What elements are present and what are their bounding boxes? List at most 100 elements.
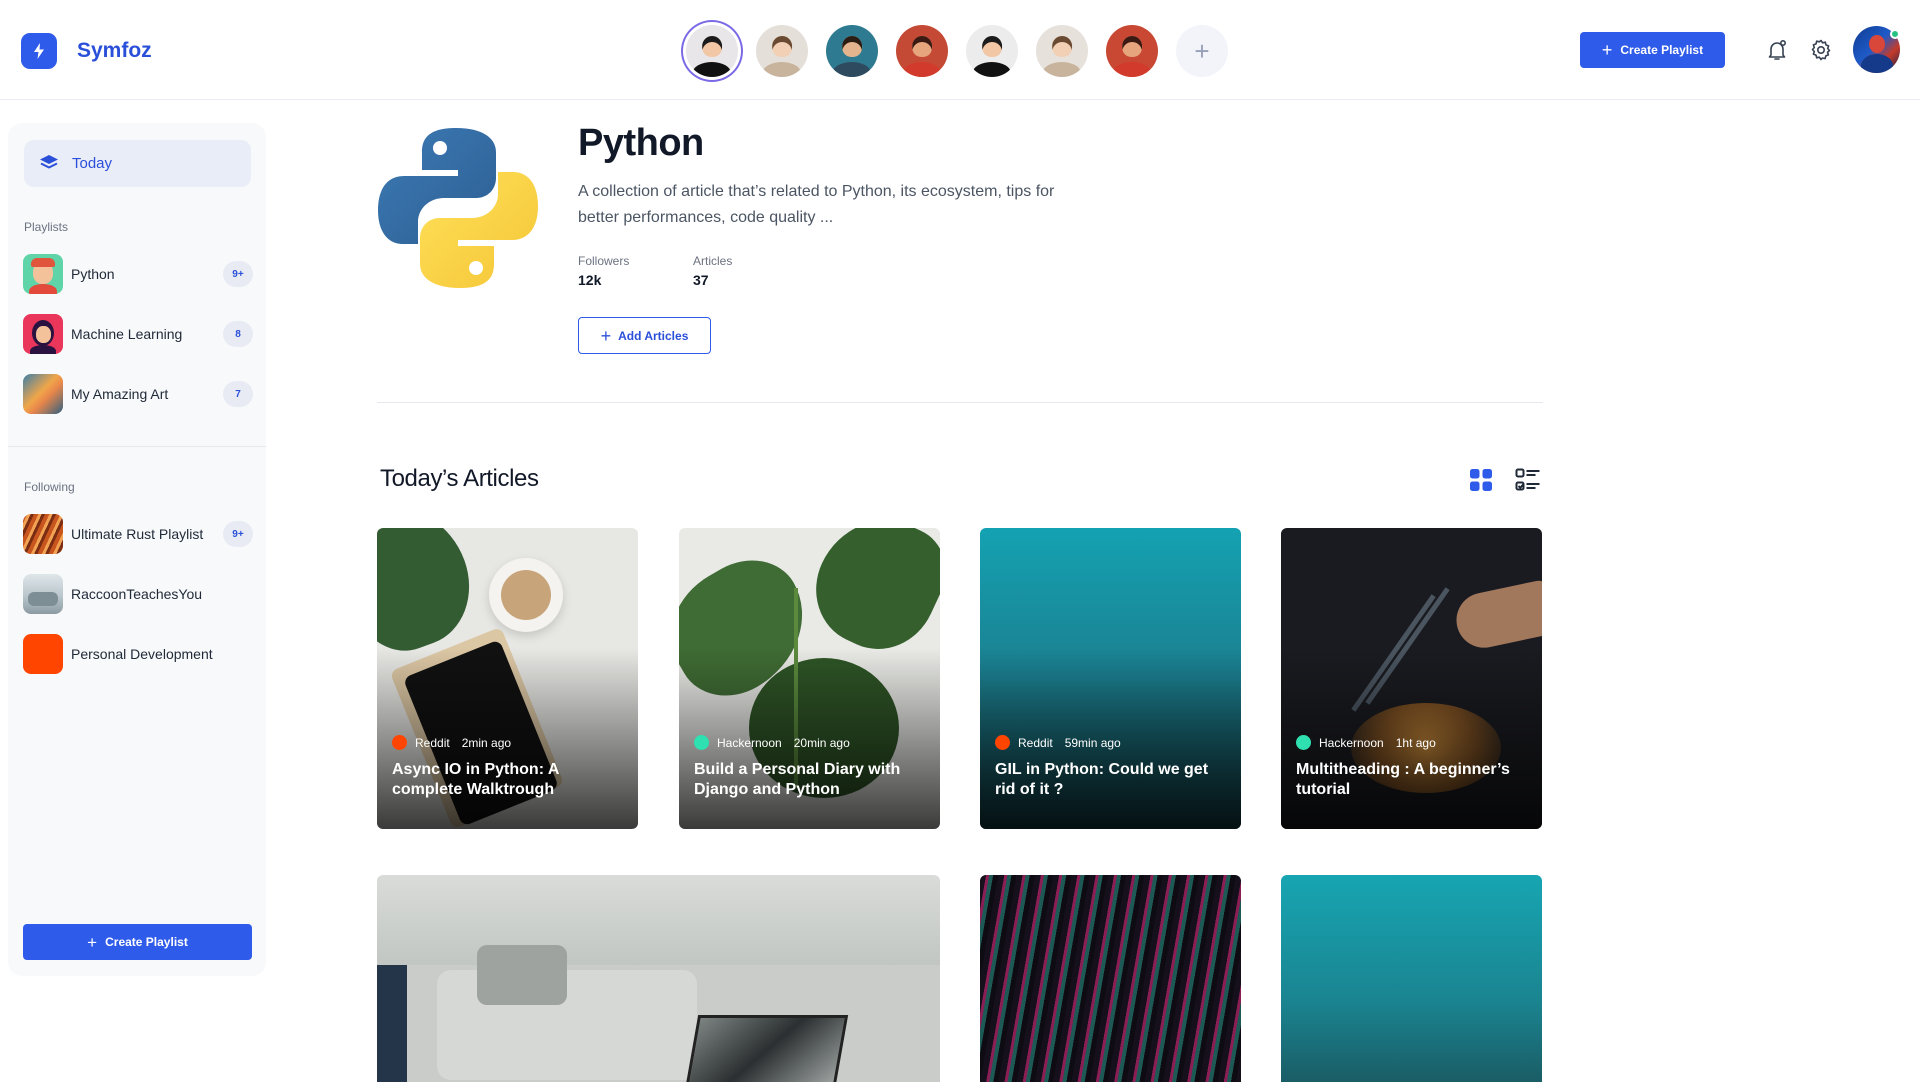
avatar-body: [832, 62, 872, 77]
sidebar-item-label: RaccoonTeachesYou: [71, 586, 203, 602]
avatar-head: [982, 36, 1002, 58]
card-meta: Reddit 59min ago: [995, 735, 1121, 750]
add-articles-button[interactable]: + Add Articles: [578, 317, 711, 354]
app-name: Symfoz: [77, 39, 152, 62]
create-playlist-label: Create Playlist: [1620, 43, 1704, 57]
sidebar-item-label: My Amazing Art: [71, 386, 169, 402]
articles-label: Articles: [693, 254, 733, 268]
plus-icon: +: [600, 325, 612, 346]
article-card[interactable]: [377, 875, 940, 1082]
article-title: Multitheading : A beginner’s tutorial: [1296, 761, 1510, 798]
page-title: Python: [578, 122, 704, 164]
avatar-body: [692, 62, 732, 77]
python-logo-icon: [376, 126, 540, 290]
articles-count: 37: [693, 272, 709, 288]
personal-development-thumbnail: [23, 634, 63, 674]
article-time: 20min ago: [793, 735, 850, 750]
friend-avatar[interactable]: [826, 25, 878, 77]
playlists-heading: Playlists: [24, 220, 69, 234]
article-time: 1ht ago: [1395, 735, 1436, 750]
friend-avatar[interactable]: [1036, 25, 1088, 77]
sidebar-item-python[interactable]: Python 9+: [23, 254, 253, 294]
article-source: Hackernoon: [1319, 735, 1384, 750]
article-time: 2min ago: [461, 735, 512, 750]
online-status-dot: [1890, 29, 1900, 39]
reddit-icon: [995, 735, 1010, 750]
gear-icon[interactable]: [1807, 36, 1835, 64]
header-divider: [377, 402, 1543, 403]
sidebar-item-ultimate-rust-playlist[interactable]: Ultimate Rust Playlist 9+: [23, 514, 253, 554]
layers-icon: [39, 154, 59, 176]
avatar-head: [702, 36, 722, 58]
friend-avatar[interactable]: [756, 25, 808, 77]
sidebar-item-my-amazing-art[interactable]: My Amazing Art 7: [23, 374, 253, 414]
top-bar: Symfoz + + Create Playlist: [0, 0, 1920, 100]
sidebar-item-raccoonteachesyou[interactable]: RaccoonTeachesYou: [23, 574, 253, 614]
article-card[interactable]: [980, 875, 1241, 1082]
card-meta: Reddit 2min ago: [392, 735, 511, 750]
avatar-head: [1052, 36, 1072, 58]
article-card[interactable]: [1281, 875, 1542, 1082]
followers-label: Followers: [578, 254, 630, 268]
sidebar-item-label: Machine Learning: [71, 326, 183, 342]
avatar-body: [1112, 62, 1152, 77]
hackernoon-icon: [1296, 735, 1311, 750]
avatar-body: [1042, 62, 1082, 77]
article-card[interactable]: Hackernoon 20min ago Build a Personal Di…: [679, 528, 940, 829]
sidebar-item-machine-learning[interactable]: Machine Learning 8: [23, 314, 253, 354]
python-avatar: [23, 254, 63, 294]
article-time: 59min ago: [1064, 735, 1121, 750]
following-heading: Following: [24, 480, 75, 494]
friend-avatar[interactable]: [966, 25, 1018, 77]
rust-thumbnail: [23, 514, 63, 554]
lightning-icon: [21, 33, 57, 69]
article-card[interactable]: Hackernoon 1ht ago Multitheading : A beg…: [1281, 528, 1542, 829]
followers-count: 12k: [578, 272, 602, 288]
count-badge: 9+: [223, 521, 253, 547]
article-card[interactable]: Reddit 59min ago GIL in Python: Could we…: [980, 528, 1241, 829]
grid-view-icon[interactable]: [1469, 468, 1493, 492]
playlist-description: A collection of article that’s related t…: [578, 183, 1055, 226]
sidebar-item-label: Personal Development: [71, 646, 213, 662]
sidebar-item-personal-development[interactable]: Personal Development: [23, 634, 253, 674]
avatar-body: [972, 62, 1012, 77]
friend-avatar[interactable]: [896, 25, 948, 77]
avatar-head: [842, 36, 862, 58]
bell-icon[interactable]: [1763, 36, 1791, 64]
sidebar: Today Playlists Python 9+ Machine Learni…: [8, 123, 266, 976]
avatar-head: [1122, 36, 1142, 58]
avatar-body: [762, 62, 802, 77]
sidebar-item-label: Ultimate Rust Playlist: [71, 526, 204, 542]
card-meta: Hackernoon 20min ago: [694, 735, 850, 750]
create-playlist-button[interactable]: + Create Playlist: [1580, 32, 1725, 68]
art-avatar: [23, 374, 63, 414]
sidebar-item-label: Today: [72, 155, 113, 172]
raccoon-thumbnail: [23, 574, 63, 614]
article-card[interactable]: Reddit 2min ago Async IO in Python: A co…: [377, 528, 638, 829]
count-badge: 9+: [223, 261, 253, 287]
article-source: Hackernoon: [717, 735, 782, 750]
friend-avatar[interactable]: [686, 25, 738, 77]
sidebar-item-label: Python: [71, 266, 115, 282]
count-badge: 7: [223, 381, 253, 407]
hackernoon-icon: [694, 735, 709, 750]
plus-icon: +: [1601, 40, 1613, 60]
friend-avatar[interactable]: [1106, 25, 1158, 77]
plus-icon: +: [87, 932, 98, 952]
sidebar-item-today[interactable]: Today: [24, 140, 251, 187]
app-logo[interactable]: Symfoz: [21, 33, 152, 69]
add-articles-label: Add Articles: [618, 328, 689, 343]
friend-avatars: +: [686, 25, 1228, 77]
article-title: Async IO in Python: A complete Walktroug…: [392, 761, 559, 798]
avatar-head: [772, 36, 792, 58]
avatar-head: [912, 36, 932, 58]
list-view-icon[interactable]: [1515, 467, 1541, 493]
avatar-body: [902, 62, 942, 77]
article-source: Reddit: [1018, 735, 1053, 750]
sidebar-create-playlist-button[interactable]: + Create Playlist: [23, 924, 252, 960]
add-friend-plus-icon[interactable]: +: [1176, 25, 1228, 77]
article-title: Build a Personal Diary with Django and P…: [694, 761, 901, 798]
reddit-icon: [392, 735, 407, 750]
article-source: Reddit: [415, 735, 450, 750]
card-meta: Hackernoon 1ht ago: [1296, 735, 1436, 750]
